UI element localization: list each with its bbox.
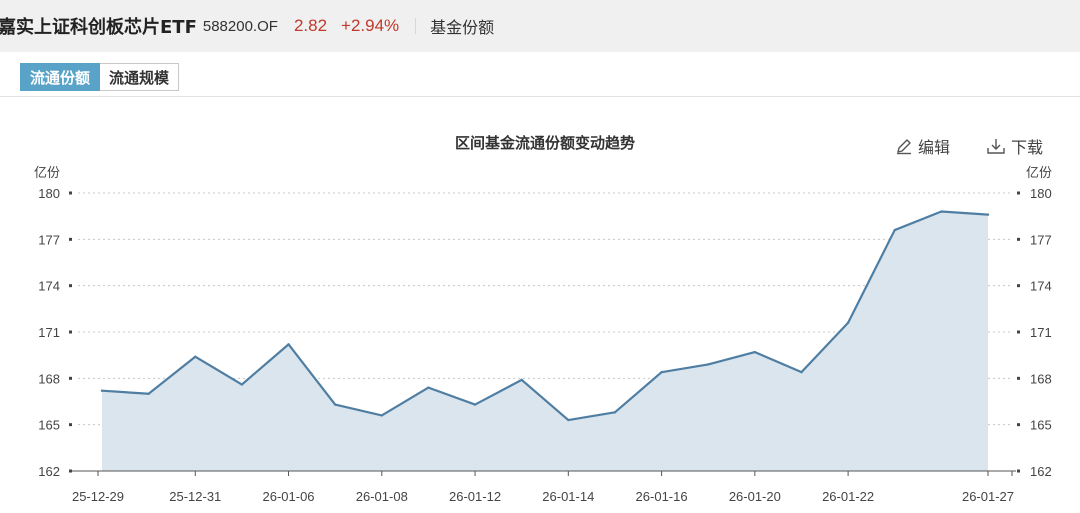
y-tick-label-right: 174 xyxy=(1030,279,1052,294)
data-point xyxy=(427,386,430,389)
y-tick-label-right: 168 xyxy=(1030,371,1052,386)
data-point xyxy=(520,378,523,382)
data-point xyxy=(147,392,150,395)
edit-button[interactable]: 编辑 xyxy=(895,134,950,158)
y-tick-mark-right xyxy=(1017,284,1020,288)
x-tick-label: 26-01-14 xyxy=(542,489,594,504)
data-point xyxy=(846,321,850,324)
x-tick-label: 26-01-16 xyxy=(636,489,688,504)
y-tick-label-right: 162 xyxy=(1030,464,1052,479)
data-point xyxy=(380,414,383,417)
y-tick-mark-right xyxy=(1017,237,1020,241)
download-icon xyxy=(987,139,1005,154)
share-trend-chart: 162 162 165 165 168 168 171 171 174 174 177 177 180 1… xyxy=(34,166,1052,504)
y-tick-label-left: 162 xyxy=(38,464,60,479)
y-tick-label-right: 171 xyxy=(1030,325,1052,340)
series-area xyxy=(102,211,988,472)
data-point xyxy=(613,411,617,414)
x-tick-label: 26-01-08 xyxy=(356,489,408,504)
data-point xyxy=(287,343,290,346)
y-tick-mark-left xyxy=(69,423,72,427)
y-tick-mark-right xyxy=(1017,469,1020,473)
x-tick-label: 25-12-29 xyxy=(72,489,124,504)
data-point xyxy=(940,210,943,213)
data-point xyxy=(100,389,104,392)
y-unit-right: 亿份 xyxy=(1026,166,1052,181)
y-tick-label-right: 165 xyxy=(1030,418,1052,433)
y-tick-label-left: 171 xyxy=(38,325,60,340)
y-tick-mark-left xyxy=(69,284,72,288)
y-tick-mark-left xyxy=(69,237,72,241)
data-point xyxy=(333,403,337,406)
data-point xyxy=(753,350,757,354)
y-tick-label-left: 174 xyxy=(38,279,60,294)
data-point xyxy=(893,228,896,232)
data-point xyxy=(660,370,663,374)
download-label: 下载 xyxy=(1011,138,1044,157)
x-tick-label: 26-01-06 xyxy=(263,489,315,504)
x-tick-label: 26-01-22 xyxy=(822,489,874,504)
data-point xyxy=(800,370,803,374)
x-tick-label: 26-01-12 xyxy=(449,489,501,504)
data-point xyxy=(194,355,197,358)
y-tick-mark-left xyxy=(69,469,72,473)
y-tick-mark-right xyxy=(1017,423,1020,427)
y-tick-mark-right xyxy=(1017,376,1020,380)
y-tick-mark-right xyxy=(1017,191,1020,195)
data-point xyxy=(707,363,710,366)
x-tick-label: 26-01-20 xyxy=(729,489,781,504)
y-tick-mark-left xyxy=(69,330,72,334)
edit-label: 编辑 xyxy=(918,138,951,157)
y-tick-label-right: 180 xyxy=(1030,186,1052,201)
x-tick-label: 26-01-27 xyxy=(962,489,1014,504)
data-point xyxy=(240,383,244,386)
y-tick-mark-left xyxy=(69,191,72,195)
y-tick-label-left: 165 xyxy=(38,418,60,433)
pencil-icon xyxy=(897,139,911,155)
x-tick-label: 25-12-31 xyxy=(169,489,221,504)
y-tick-label-left: 180 xyxy=(38,186,60,201)
y-tick-label-left: 168 xyxy=(38,371,60,386)
data-point xyxy=(986,213,990,216)
y-tick-label-right: 177 xyxy=(1030,232,1052,247)
y-tick-mark-right xyxy=(1017,330,1020,334)
y-unit-left: 亿份 xyxy=(34,166,60,181)
data-point xyxy=(567,418,570,422)
download-button[interactable]: 下载 xyxy=(986,134,1043,158)
y-tick-label-left: 177 xyxy=(38,232,60,247)
y-tick-mark-left xyxy=(69,376,72,380)
data-point xyxy=(473,403,477,406)
